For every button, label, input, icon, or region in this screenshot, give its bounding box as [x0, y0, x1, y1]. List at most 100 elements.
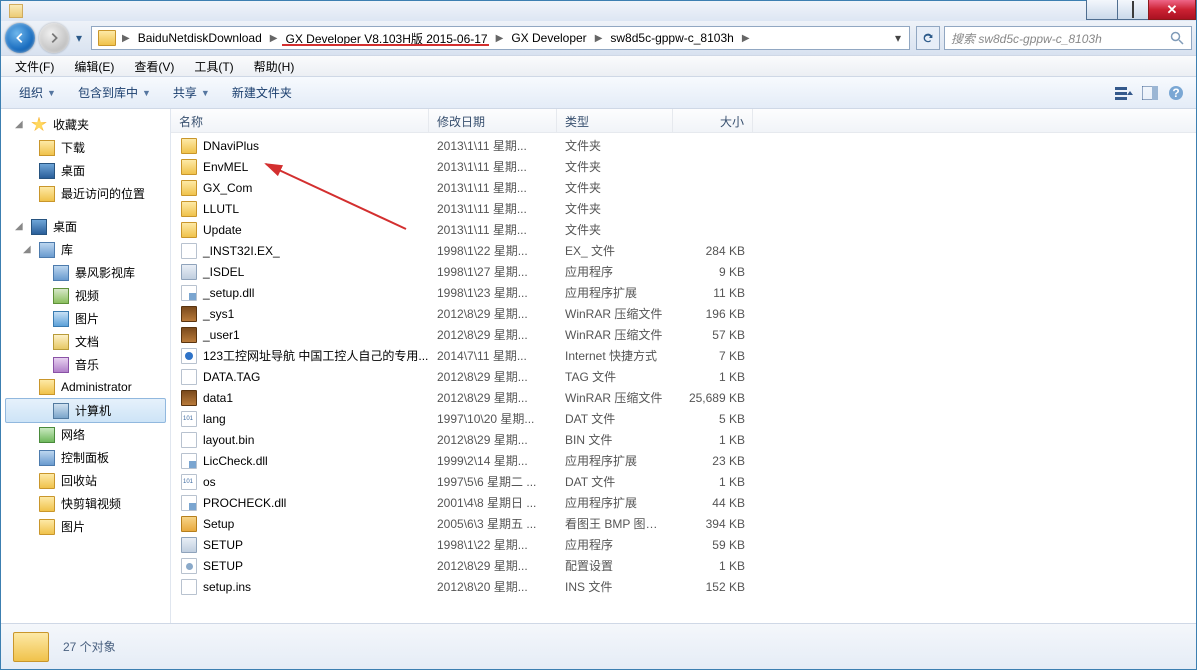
new-folder-button[interactable]: 新建文件夹 [222, 80, 302, 105]
window-controls: ✕ [1087, 0, 1196, 20]
file-row[interactable]: DNaviPlus2013\1\11 星期...文件夹 [171, 135, 1196, 156]
menu-help[interactable]: 帮助(H) [246, 56, 303, 77]
file-type: DAT 文件 [557, 473, 673, 490]
search-box[interactable]: 搜索 sw8d5c-gppw-c_8103h [944, 26, 1192, 50]
pane-icon [1142, 86, 1158, 100]
file-date: 2013\1\11 星期... [429, 137, 557, 154]
tree-item[interactable]: 快剪辑视频 [1, 492, 170, 515]
include-library-button[interactable]: 包含到库中▼ [68, 80, 161, 105]
tree-computer[interactable]: 计算机 [5, 398, 166, 423]
file-type: 应用程序 [557, 536, 673, 553]
file-row[interactable]: EnvMEL2013\1\11 星期...文件夹 [171, 156, 1196, 177]
menu-edit[interactable]: 编辑(E) [66, 56, 122, 77]
tree-documents[interactable]: 文档 [1, 330, 170, 353]
chevron-right-icon[interactable]: ▶ [494, 33, 506, 44]
file-row[interactable]: Update2013\1\11 星期...文件夹 [171, 219, 1196, 240]
minimize-button[interactable] [1086, 0, 1118, 20]
file-type: TAG 文件 [557, 368, 673, 385]
star-icon [31, 117, 47, 133]
file-row[interactable]: layout.bin2012\8\29 星期...BIN 文件1 KB [171, 429, 1196, 450]
file-row[interactable]: _setup.dll1998\1\23 星期...应用程序扩展11 KB [171, 282, 1196, 303]
tree-library[interactable]: ◢库 [1, 238, 170, 261]
tree-videos[interactable]: 视频 [1, 284, 170, 307]
chevron-right-icon[interactable]: ▶ [268, 33, 280, 44]
file-row[interactable]: 123工控网址导航 中国工控人自己的专用...2014\7\11 星期...In… [171, 345, 1196, 366]
header-type[interactable]: 类型 [557, 109, 673, 132]
view-options-button[interactable] [1112, 82, 1136, 104]
help-button[interactable]: ? [1164, 82, 1188, 104]
chevron-right-icon[interactable]: ▶ [740, 33, 752, 44]
share-button[interactable]: 共享▼ [163, 80, 220, 105]
history-dropdown[interactable]: ▾ [73, 24, 85, 52]
file-row[interactable]: lang1997\10\20 星期...DAT 文件5 KB [171, 408, 1196, 429]
tree-downloads[interactable]: 下载 [1, 136, 170, 159]
address-bar[interactable]: ▶ BaiduNetdiskDownload ▶ GX Developer V8… [91, 26, 910, 50]
file-row[interactable]: SETUP2012\8\29 星期...配置设置1 KB [171, 555, 1196, 576]
file-type: WinRAR 压缩文件 [557, 305, 673, 322]
breadcrumb-segment[interactable]: BaiduNetdiskDownload [132, 27, 268, 49]
file-row[interactable]: setup.ins2012\8\20 星期...INS 文件152 KB [171, 576, 1196, 597]
file-date: 2012\8\20 星期... [429, 578, 557, 595]
refresh-button[interactable] [916, 26, 940, 50]
file-date: 1998\1\22 星期... [429, 536, 557, 553]
file-row[interactable]: _INST32I.EX_1998\1\22 星期...EX_ 文件284 KB [171, 240, 1196, 261]
chevron-right-icon[interactable]: ▶ [120, 33, 132, 44]
tree-network[interactable]: 网络 [1, 423, 170, 446]
file-row[interactable]: os1997\5\6 星期二 ...DAT 文件1 KB [171, 471, 1196, 492]
folder-icon [181, 159, 197, 175]
file-date: 2013\1\11 星期... [429, 179, 557, 196]
file-name: GX_Com [203, 181, 252, 195]
tree-favorites[interactable]: ◢收藏夹 [1, 113, 170, 136]
file-row[interactable]: _sys12012\8\29 星期...WinRAR 压缩文件196 KB [171, 303, 1196, 324]
close-button[interactable]: ✕ [1148, 0, 1196, 20]
menu-view[interactable]: 查看(V) [126, 56, 182, 77]
file-date: 1998\1\23 星期... [429, 284, 557, 301]
library-icon [53, 265, 69, 281]
breadcrumb-segment[interactable]: GX Developer [505, 27, 592, 49]
file-name: lang [203, 412, 226, 426]
help-icon: ? [1168, 85, 1184, 101]
file-row[interactable]: PROCHECK.dll2001\4\8 星期日 ...应用程序扩展44 KB [171, 492, 1196, 513]
back-button[interactable] [5, 23, 35, 53]
file-type: WinRAR 压缩文件 [557, 326, 673, 343]
breadcrumb-segment[interactable]: sw8d5c-gppw-c_8103h [604, 27, 739, 49]
header-name[interactable]: 名称 [171, 109, 429, 132]
chevron-right-icon[interactable]: ▶ [593, 33, 605, 44]
picture-icon [53, 311, 69, 327]
tree-recycle[interactable]: 回收站 [1, 469, 170, 492]
header-date[interactable]: 修改日期 [429, 109, 557, 132]
tree-desktop[interactable]: ◢桌面 [1, 215, 170, 238]
maximize-button[interactable] [1117, 0, 1149, 20]
tree-recent[interactable]: 最近访问的位置 [1, 182, 170, 205]
tree-admin[interactable]: Administrator [1, 376, 170, 398]
forward-button[interactable] [39, 23, 69, 53]
file-row[interactable]: DATA.TAG2012\8\29 星期...TAG 文件1 KB [171, 366, 1196, 387]
file-row[interactable]: GX_Com2013\1\11 星期...文件夹 [171, 177, 1196, 198]
file-date: 2001\4\8 星期日 ... [429, 494, 557, 511]
file-row[interactable]: data12012\8\29 星期...WinRAR 压缩文件25,689 KB [171, 387, 1196, 408]
file-date: 2013\1\11 星期... [429, 200, 557, 217]
organize-button[interactable]: 组织▼ [9, 80, 66, 105]
folder-icon [98, 30, 116, 46]
menu-tools[interactable]: 工具(T) [186, 56, 241, 77]
address-dropdown[interactable]: ▾ [889, 27, 907, 49]
preview-pane-button[interactable] [1138, 82, 1162, 104]
file-row[interactable]: SETUP1998\1\22 星期...应用程序59 KB [171, 534, 1196, 555]
file-row[interactable]: Setup2005\6\3 星期五 ...看图王 BMP 图片...394 KB [171, 513, 1196, 534]
dat-icon [181, 474, 197, 490]
file-row[interactable]: LLUTL2013\1\11 星期...文件夹 [171, 198, 1196, 219]
file-row[interactable]: LicCheck.dll1999\2\14 星期...应用程序扩展23 KB [171, 450, 1196, 471]
tree-control-panel[interactable]: 控制面板 [1, 446, 170, 469]
tree-pictures[interactable]: 图片 [1, 307, 170, 330]
tree-item[interactable]: 图片 [1, 515, 170, 538]
file-type: EX_ 文件 [557, 242, 673, 259]
menu-file[interactable]: 文件(F) [7, 56, 62, 77]
file-list-pane: 名称 修改日期 类型 大小 DNaviPlus2013\1\11 星期...文件… [171, 109, 1196, 623]
app-icon [37, 4, 51, 18]
tree-music[interactable]: 音乐 [1, 353, 170, 376]
file-row[interactable]: _ISDEL1998\1\27 星期...应用程序9 KB [171, 261, 1196, 282]
header-size[interactable]: 大小 [673, 109, 753, 132]
file-row[interactable]: _user12012\8\29 星期...WinRAR 压缩文件57 KB [171, 324, 1196, 345]
tree-desktop-fav[interactable]: 桌面 [1, 159, 170, 182]
tree-lib-item[interactable]: 暴风影视库 [1, 261, 170, 284]
